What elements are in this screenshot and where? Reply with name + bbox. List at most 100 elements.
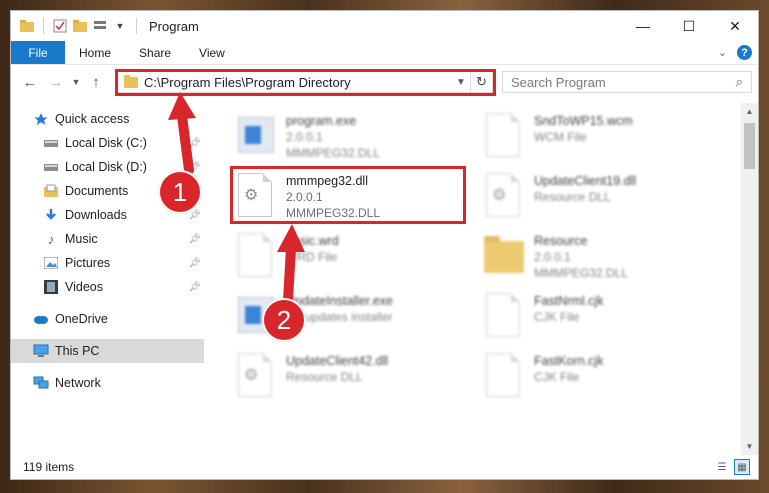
dll-file-icon: ⚙ [236, 173, 276, 221]
documents-icon [43, 183, 59, 199]
file-name: UpdateClient42.dll [286, 354, 389, 368]
help-icon[interactable]: ? [737, 45, 752, 60]
pin-icon[interactable]: 📌︎ [188, 282, 201, 293]
up-button[interactable]: ↑ [83, 69, 109, 95]
nav-item-label: Videos [65, 280, 103, 294]
network-icon [33, 375, 49, 391]
drive-icon [43, 159, 59, 175]
ribbon-right: ⌄ ? [718, 45, 752, 60]
new-folder-icon[interactable] [72, 18, 88, 34]
refresh-icon[interactable]: ↻ [470, 72, 492, 92]
ribbon-tabs: File Home Share View ⌄ ? [11, 41, 758, 65]
close-button[interactable]: ✕ [712, 11, 758, 41]
nav-item-local-disk-c[interactable]: Local Disk (C:) 📌︎ [11, 131, 204, 155]
file-item[interactable]: FastNrml.cjk CJK File [484, 289, 724, 349]
tiles-view-icon[interactable]: ▦ [734, 459, 750, 475]
address-dropdown-icon[interactable]: ▼ [452, 77, 470, 88]
divider [136, 18, 137, 34]
file-explorer-window: ▼ Program — ☐ ✕ File Home Share View ⌄ ?… [10, 10, 759, 480]
back-button[interactable]: ← [17, 69, 43, 95]
file-item[interactable]: basic.wrd WRD File [236, 229, 476, 289]
file-item[interactable]: program.exe 2.0.0.1 MMMPEG32.DLL [236, 109, 476, 169]
folder-icon[interactable] [19, 18, 35, 34]
nav-item-music[interactable]: ♪ Music 📌︎ [11, 227, 204, 251]
title-bar: ▼ Program — ☐ ✕ [11, 11, 758, 41]
address-path[interactable]: C:\Program Files\Program Directory [144, 75, 452, 90]
file-description: MMMPEG32.DLL [534, 266, 629, 280]
nav-item-this-pc[interactable]: This PC [11, 339, 204, 363]
nav-item-network[interactable]: Network [11, 371, 204, 395]
file-description: MMMPEG32.DLL [286, 146, 381, 160]
file-type: Resource DLL [534, 190, 611, 204]
file-name: mmmpeg32.dll [286, 174, 368, 188]
vertical-scrollbar[interactable]: ▲ ▼ [741, 103, 758, 455]
file-name: program.exe [286, 114, 357, 128]
file-list: program.exe 2.0.0.1 MMMPEG32.DLL SndToWP… [216, 103, 742, 455]
file-type: WCM File [534, 130, 587, 144]
search-input[interactable]: Search Program ⌕ [502, 71, 752, 93]
file-item-mmmpeg32-dll[interactable]: ⚙ mmmpeg32.dll 2.0.0.1 MMMPEG32.DLL [236, 169, 476, 229]
dll-file-icon: ⚙ [484, 173, 524, 221]
file-name: UpdateClient19.dll [534, 174, 637, 188]
file-version: 2.0.0.1 [286, 190, 323, 204]
forward-button[interactable]: → [43, 69, 69, 95]
scroll-thumb[interactable] [744, 123, 755, 169]
pin-icon[interactable]: 📌︎ [188, 138, 201, 149]
scroll-down-icon[interactable]: ▼ [741, 438, 758, 455]
file-item[interactable]: ⚙ UpdateClient42.dll Resource DLL [236, 349, 476, 409]
exe-file-icon [236, 113, 276, 161]
window-controls: — ☐ ✕ [620, 11, 758, 41]
pin-icon[interactable]: 📌︎ [188, 162, 201, 173]
document-file-icon [484, 293, 524, 341]
drive-icon [43, 135, 59, 151]
pin-icon[interactable]: 📌︎ [188, 234, 201, 245]
file-item[interactable]: SndToWP15.wcm WCM File [484, 109, 724, 169]
nav-item-label: Quick access [55, 112, 130, 126]
file-name: basic.wrd [286, 234, 339, 248]
status-bar: 119 items ☰ ▦ [11, 455, 758, 479]
minimize-button[interactable]: — [620, 11, 666, 41]
recent-locations-button[interactable]: ▼ [69, 69, 83, 95]
file-name: FastNrml.cjk [534, 294, 604, 308]
cloud-icon [33, 311, 49, 327]
nav-item-label: Network [55, 376, 101, 390]
file-type: CJK File [534, 310, 580, 324]
nav-item-label: Local Disk (C:) [65, 136, 147, 150]
pin-icon[interactable]: 📌︎ [188, 258, 201, 269]
tab-home[interactable]: Home [65, 41, 125, 64]
details-view-icon[interactable]: ☰ [714, 459, 730, 475]
document-file-icon [484, 113, 524, 161]
maximize-button[interactable]: ☐ [666, 11, 712, 41]
videos-icon [43, 279, 59, 295]
file-type: WRD File [286, 250, 338, 264]
properties-icon[interactable] [52, 18, 68, 34]
nav-item-pictures[interactable]: Pictures 📌︎ [11, 251, 204, 275]
view-toggle: ☰ ▦ [714, 459, 750, 475]
folder-item[interactable]: Resource 2.0.0.1 MMMPEG32.DLL [484, 229, 724, 289]
item-count: 119 items [23, 460, 75, 474]
file-item[interactable]: ⚙ UpdateClient19.dll Resource DLL [484, 169, 724, 229]
callout-step-1: 1 [158, 170, 202, 214]
nav-item-quick-access[interactable]: Quick access [11, 107, 204, 131]
dll-file-icon: ⚙ [236, 353, 276, 401]
customize-dropdown-icon[interactable]: ▼ [112, 18, 128, 34]
file-type: Resource DLL [286, 370, 363, 384]
scroll-up-icon[interactable]: ▲ [741, 103, 758, 120]
pc-icon [33, 343, 49, 359]
nav-item-onedrive[interactable]: OneDrive [11, 307, 204, 331]
nav-item-label: OneDrive [55, 312, 108, 326]
tab-share[interactable]: Share [125, 41, 185, 64]
tab-view[interactable]: View [185, 41, 239, 64]
callout-step-2: 2 [262, 298, 306, 342]
file-item[interactable]: FastKorn.cjk CJK File [484, 349, 724, 409]
file-description: MMMPEG32.DLL [286, 206, 381, 220]
tab-file[interactable]: File [11, 41, 65, 64]
address-bar[interactable]: C:\Program Files\Program Directory ▼ ↻ [117, 71, 493, 93]
nav-item-label: Documents [65, 184, 129, 198]
file-version: 2.0.0.1 [534, 250, 571, 264]
file-name: SndToWP15.wcm [534, 114, 633, 128]
view-options-icon[interactable] [92, 18, 108, 34]
window-title: Program [149, 18, 199, 34]
nav-item-videos[interactable]: Videos 📌︎ [11, 275, 204, 299]
expand-ribbon-icon[interactable]: ⌄ [718, 46, 727, 59]
